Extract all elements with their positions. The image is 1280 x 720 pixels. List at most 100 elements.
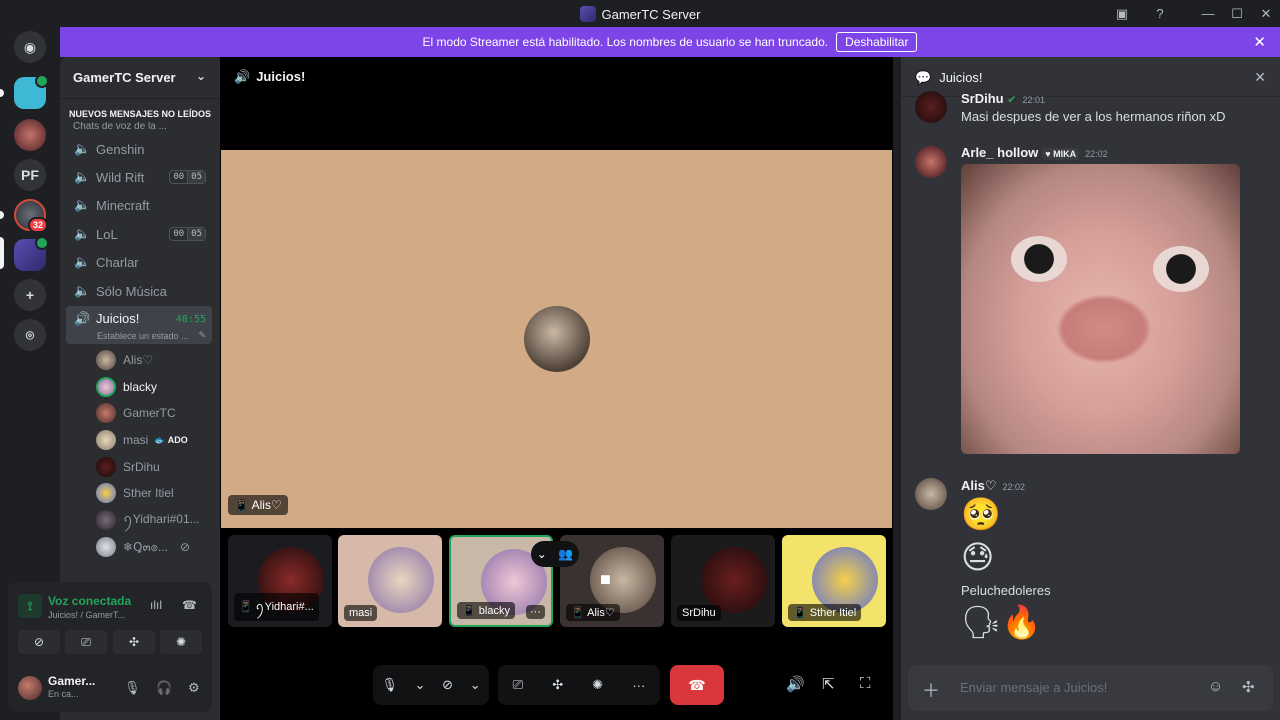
server-icon-anime[interactable] [14,119,46,151]
add-attachment-icon[interactable]: ＋ [922,677,940,703]
message-author[interactable]: SrDihu ✔ 22:01 [961,91,1045,106]
gear-icon[interactable]: ⚙ [188,680,200,696]
voice-member[interactable]: blacky [96,376,157,398]
screen-share-button[interactable]: ⎚ [65,630,107,654]
channel-lol[interactable]: 🔈 LoL 00 05 [66,221,212,247]
channel-genshin[interactable]: 🔈 Genshin [66,136,212,162]
avatar [96,483,116,503]
more-options-icon[interactable]: ··· [526,605,545,619]
server-icon-current[interactable] [14,236,49,271]
image-attachment[interactable] [961,164,1240,454]
speaking-fire-emoji: 🗣🔥 [961,604,1042,640]
voice-member[interactable]: GamerTC [96,402,176,424]
voice-member[interactable]: ꪆYidhari#01... [96,509,200,531]
close-banner-icon[interactable]: ✕ [1253,33,1266,51]
participant-tile[interactable]: masi [338,535,442,627]
close-chat-icon[interactable]: ✕ [1254,69,1266,86]
discord-home-icon[interactable]: ◉ [14,31,46,63]
screen-share-icon[interactable]: ⎚ [513,677,523,693]
channel-category[interactable]: Chats de voz de la ... [73,121,167,132]
camera-off-icon: ⊘ [180,540,191,554]
channel-juicios[interactable]: 🔊 Juicios! 48:55 Establece un estado ...… [66,306,212,344]
popout-icon[interactable]: ⇱ [822,675,835,693]
avatar[interactable] [18,676,42,700]
message-input[interactable]: ＋ Enviar mensaje a Juicios! ☺ ✣ [908,665,1273,711]
expand-participants-button[interactable]: ⌄ 👥 [531,541,579,567]
user-status: En ca... [48,689,79,699]
banner-text: El modo Streamer está habilitado. Los no… [422,35,829,49]
avatar[interactable] [915,91,947,123]
microphone-icon[interactable]: 🎙 [381,677,398,693]
avatar [368,547,434,613]
voice-location: Juicios! / GamerT... [48,610,126,620]
inbox-icon[interactable]: ▣ [1112,4,1132,24]
chat-header: 💬 Juicios! ✕ [901,57,1280,97]
microphone-icon[interactable]: 🎙 [124,680,141,696]
message-author[interactable]: Alis♡ 22:02 [961,478,1025,494]
avatar [96,457,116,477]
maximize-button[interactable]: ☐ [1227,4,1247,24]
disconnect-icon[interactable]: ☎ [182,598,197,612]
activities-icon[interactable]: ✣ [552,677,563,693]
server-icon [579,6,596,22]
voice-member[interactable]: SrDihu [96,456,160,478]
chevron-down-icon[interactable]: ⌄ [470,677,481,693]
close-window-button[interactable]: ✕ [1256,4,1276,24]
server-icon-gamertc[interactable] [14,74,49,109]
server-header[interactable]: GamerTC Server ⌄ [60,57,220,99]
avatar [96,430,116,450]
add-server-icon[interactable]: + [14,279,46,311]
channel-solo-musica[interactable]: 🔈 Sólo Música [66,278,212,304]
channel-status[interactable]: Establece un estado ... [97,331,189,341]
voice-member[interactable]: masi 🐟 ADO [96,429,188,451]
edit-icon[interactable]: ✎ [198,330,206,341]
chevron-down-icon[interactable]: ⌄ [415,677,426,693]
more-icon[interactable]: ··· [632,678,645,693]
channel-wild-rift[interactable]: 🔈 Wild Rift 00 05 [66,164,212,190]
speaker-icon: 🔈 [74,169,91,184]
volume-icon[interactable]: 🔊 [786,675,805,693]
discover-icon[interactable]: ⌾ [14,319,46,351]
voice-panel: ⟟ Voz conectada Juicios! / GamerT... ılı… [8,582,212,712]
message-author[interactable]: Arle_ hollow ♥ MIKA 22:02 [961,145,1108,160]
video-camera-icon: ■ [600,569,611,589]
title-bar: GamerTC Server ▣ ? — ☐ ✕ [0,0,1280,27]
hangup-button[interactable]: ☎ [670,665,724,705]
activities-button[interactable]: ✣ [113,630,155,654]
user-name: Gamer... [48,674,96,688]
tile-label: 📱 blacky [457,602,515,619]
emoji-icon[interactable]: ☺ [1208,678,1223,695]
channel-minecraft[interactable]: 🔈 Minecraft [66,192,212,218]
camera-off-icon[interactable]: ⊘ [442,677,453,693]
minimize-button[interactable]: — [1198,4,1218,24]
camera-toggle-button[interactable]: ⊘ [18,630,60,654]
message-text: Masi despues de ver a los hermanos riñon… [961,109,1226,124]
tile-label: SrDihu [677,605,721,621]
noise-suppression-icon[interactable]: ılıl [150,598,162,612]
participant-tile[interactable]: 📱 ꪆYidhari#... [228,535,332,627]
server-icon-pf[interactable]: PF [14,159,46,191]
help-icon[interactable]: ? [1150,4,1170,24]
avatar[interactable] [915,478,947,510]
headphones-icon[interactable]: 🎧 [156,680,172,696]
call-area: 🔊 Juicios! 📱 Alis♡ 📱 ꪆYidhari#... masi 📱 … [220,57,893,720]
voice-member[interactable]: Sther Itiel [96,482,174,504]
channel-charlar[interactable]: 🔈 Charlar [66,249,212,275]
speaker-icon: 🔈 [74,254,91,269]
disable-streamer-button[interactable]: Deshabilitar [836,32,918,52]
server-icon-game[interactable]: 32 [14,199,48,233]
message-placeholder: Enviar mensaje a Juicios! [960,680,1108,695]
apps-icon[interactable]: ✣ [1242,678,1255,696]
voice-member[interactable]: Alis♡ [96,349,153,371]
fullscreen-icon[interactable]: ⛶ [860,675,871,692]
soundboard-icon[interactable]: ✺ [592,677,603,693]
voice-member[interactable]: ❄Ꝗ๓๏... ⊘ [96,536,190,558]
voice-connected[interactable]: ⟟ Voz conectada Juicios! / GamerT... [18,594,131,620]
speaker-icon: 🔈 [74,197,91,212]
unread-messages-pill[interactable]: NUEVOS MENSAJES NO LEÍDOS [66,106,214,122]
avatar[interactable] [915,146,947,178]
participant-tile[interactable]: 📱 Sther Itiel [782,535,886,627]
soundboard-button[interactable]: ✺ [160,630,202,654]
participant-tile[interactable]: SrDihu [671,535,775,627]
focused-stream[interactable]: 📱 Alis♡ [221,150,892,528]
